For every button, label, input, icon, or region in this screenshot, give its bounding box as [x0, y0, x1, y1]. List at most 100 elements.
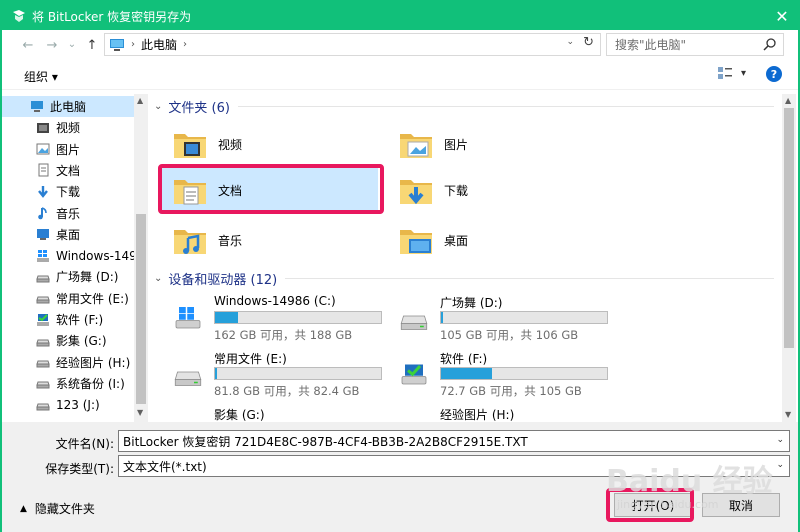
- breadcrumb-this-pc[interactable]: 此电脑: [141, 36, 177, 53]
- drive-tile[interactable]: Windows-14986 (C:) 162 GB 可用，共 188 GB: [158, 294, 384, 344]
- sidebar-item[interactable]: 常用文件 (E:): [2, 288, 134, 309]
- folders-group-header[interactable]: ⌄ 文件夹 (6): [154, 96, 774, 116]
- sidebar-scrollbar[interactable]: ▲ ▼: [134, 94, 148, 422]
- sidebar-item[interactable]: 图片: [2, 139, 134, 160]
- music-icon: [38, 207, 47, 220]
- sidebar-item[interactable]: 文档: [2, 160, 134, 181]
- main-scroll-thumb[interactable]: [784, 108, 794, 348]
- sidebar-item[interactable]: 软件 (F:): [2, 309, 134, 330]
- drives-group-header[interactable]: ⌄ 设备和驱动器 (12): [154, 268, 774, 288]
- sidebar-item-label: Windows-1498: [56, 248, 134, 263]
- sidebar-item-label: 文档: [56, 163, 81, 178]
- sidebar-item-label: 下载: [56, 185, 81, 200]
- desktop-folder-icon: [400, 230, 432, 254]
- back-arrow-icon: ←: [22, 37, 34, 53]
- folder-tile[interactable]: 音乐: [170, 216, 370, 264]
- drive-tile[interactable]: 广场舞 (D:) 105 GB 可用，共 106 GB: [384, 294, 610, 344]
- sidebar-item-label: 软件 (F:): [56, 313, 104, 327]
- scroll-up-icon[interactable]: ▲: [785, 96, 791, 105]
- filename-input[interactable]: BitLocker 恢复密钥 721D4E8C-987B-4CF4-BB3B-2…: [118, 430, 790, 452]
- sidebar-item[interactable]: 系统备份 (I:): [2, 373, 134, 394]
- divider: [237, 105, 774, 107]
- drive-name: 常用文件 (E:): [214, 352, 287, 366]
- drive-free-space: 105 GB 可用，共 106 GB: [440, 328, 579, 342]
- sidebar-item[interactable]: 影集 (G:): [2, 330, 134, 351]
- filename-label: 文件名(N):: [55, 437, 114, 451]
- close-icon: ✕: [775, 6, 789, 26]
- sidebar-item-label: 桌面: [56, 227, 81, 242]
- desktop-icon: [37, 229, 49, 241]
- sidebar-item[interactable]: 音乐: [2, 203, 134, 224]
- folder-label: 图片: [444, 137, 469, 152]
- folder-label: 音乐: [218, 233, 243, 248]
- collapse-chevron-icon: ⌄: [154, 272, 163, 284]
- sidebar-item[interactable]: 广场舞 (D:): [2, 266, 134, 287]
- drive-usage-fill: [441, 312, 443, 323]
- refresh-icon[interactable]: ↻: [583, 35, 594, 50]
- sidebar-item-label: 经验图片 (H:): [56, 355, 131, 370]
- folders-header-label: 文件夹 (6): [168, 100, 230, 116]
- folder-tile[interactable]: 文档: [160, 166, 378, 214]
- drive-free-space: 81.8 GB 可用，共 82.4 GB: [214, 384, 360, 398]
- chevron-down-icon[interactable]: ⌄: [776, 460, 784, 470]
- toolbar: 组织 ▾ ▾ ?: [2, 60, 798, 90]
- folder-tile[interactable]: 视频: [170, 120, 370, 168]
- software-drive-icon: [401, 364, 427, 385]
- save-as-dialog: 将 BitLocker 恢复密钥另存为 ✕ ← → ⌄ ↑ › 此电脑 › ⌄ …: [0, 0, 800, 532]
- documents-icon: [38, 163, 49, 177]
- video-icon: [37, 122, 49, 133]
- scroll-down-icon[interactable]: ▼: [785, 410, 791, 419]
- search-input[interactable]: 搜索"此电脑": [606, 33, 784, 56]
- drive-usage-fill: [441, 368, 493, 379]
- organize-menu[interactable]: 组织 ▾: [24, 68, 58, 85]
- back-button[interactable]: ←: [18, 35, 38, 55]
- drive-name: 经验图片 (H:): [440, 408, 515, 422]
- sidebar-item[interactable]: 桌面: [2, 224, 134, 245]
- address-dropdown-icon[interactable]: ⌄: [566, 37, 574, 47]
- software-drive-icon: [37, 313, 49, 326]
- main-scrollbar[interactable]: ▲ ▼: [782, 94, 796, 422]
- chevron-down-icon[interactable]: ⌄: [776, 435, 784, 445]
- sidebar-scroll-thumb[interactable]: [136, 214, 146, 404]
- close-button[interactable]: ✕: [772, 6, 792, 26]
- sidebar-item[interactable]: 经验图片 (H:): [2, 352, 134, 373]
- hide-folders-toggle[interactable]: ▲ 隐藏文件夹: [20, 500, 95, 517]
- view-options-button[interactable]: ▾: [717, 66, 746, 80]
- hdd-icon: [174, 371, 202, 386]
- scroll-down-icon[interactable]: ▼: [137, 408, 143, 417]
- drive-tile[interactable]: 软件 (F:) 72.7 GB 可用，共 105 GB: [384, 350, 610, 400]
- drive-tile[interactable]: 常用文件 (E:) 81.8 GB 可用，共 82.4 GB: [158, 350, 384, 400]
- app-icon: [13, 10, 25, 22]
- folder-tile[interactable]: 图片: [396, 120, 596, 168]
- drive-icon: [36, 360, 50, 368]
- folder-tile[interactable]: 桌面: [396, 216, 596, 264]
- breadcrumb-separator: ›: [183, 39, 188, 50]
- drive-tile[interactable]: 影集 (G:): [158, 406, 384, 422]
- drive-icon: [36, 381, 50, 389]
- baidu-watermark: Baidu 经验: [606, 464, 773, 499]
- sidebar-item[interactable]: Windows-1498: [2, 245, 134, 266]
- sidebar-item[interactable]: 下载: [2, 181, 134, 202]
- sidebar-item[interactable]: 视频: [2, 117, 134, 138]
- window-title: 将 BitLocker 恢复密钥另存为: [32, 9, 192, 24]
- download-icon: [38, 185, 48, 198]
- title-bar: 将 BitLocker 恢复密钥另存为 ✕: [2, 2, 798, 30]
- address-bar[interactable]: › 此电脑 › ⌄ ↻: [104, 33, 601, 56]
- drive-name: 软件 (F:): [440, 352, 488, 366]
- forward-button[interactable]: →: [42, 35, 62, 55]
- up-button[interactable]: ↑: [82, 35, 102, 55]
- computer-icon: [31, 100, 43, 112]
- computer-icon: [110, 38, 124, 51]
- hdd-icon: [400, 315, 428, 330]
- sidebar-item[interactable]: 此电脑: [2, 96, 134, 117]
- scroll-up-icon[interactable]: ▲: [137, 96, 143, 105]
- drive-usage-bar: [214, 367, 382, 380]
- baidu-watermark-url: jingyan.baidu.com: [617, 498, 719, 511]
- help-button[interactable]: ?: [766, 66, 782, 82]
- folder-tile[interactable]: 下载: [396, 166, 596, 214]
- sidebar-item-label: 音乐: [56, 206, 81, 221]
- sidebar-item[interactable]: 123 (J:): [2, 394, 134, 415]
- drive-tile[interactable]: 经验图片 (H:): [384, 406, 610, 422]
- music-folder-icon: [174, 230, 206, 254]
- recent-locations-button[interactable]: ⌄: [62, 34, 82, 54]
